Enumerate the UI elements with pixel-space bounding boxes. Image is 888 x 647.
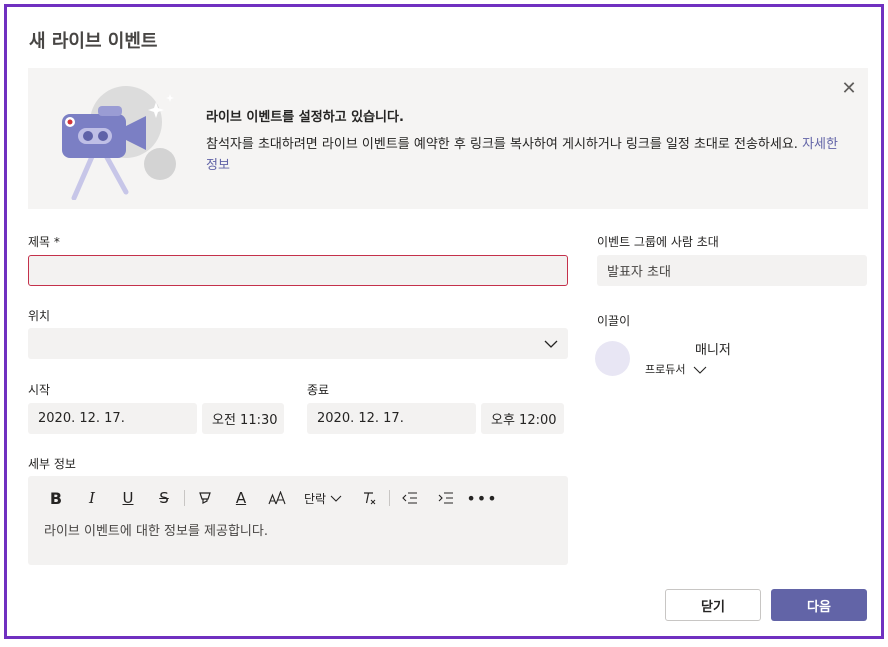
outdent-icon [402,492,417,504]
details-label: 세부 정보 [28,457,76,471]
font-color-button[interactable]: A [223,486,259,510]
end-label: 종료 [307,383,330,397]
clear-formatting-icon [364,492,376,505]
chevron-down-icon [330,495,342,502]
paragraph-label: 단락 [303,491,327,506]
dialog-frame: 새 라이브 이벤트 ✕ 라이브 이벤트를 설정하고 있습니다. 참석자를 초대하… [4,4,884,639]
font-size-button[interactable] [259,486,295,510]
indent-icon [438,492,453,504]
banner-close-icon[interactable]: ✕ [840,80,858,98]
highlighter-icon [199,492,211,504]
details-editor[interactable]: B I U S A 단락 ••• 라이브 이벤트에 대한 정보를 제공합니다. [28,476,568,565]
organizer-name: 매니저 [695,343,731,358]
toolbar-divider [389,490,390,506]
toolbar-divider [184,490,185,506]
italic-button[interactable]: I [74,486,110,510]
decrease-indent-button[interactable] [392,486,428,510]
next-button[interactable]: 다음 [771,589,867,621]
location-dropdown[interactable] [28,328,568,359]
organizer-role: 프로듀서 [645,363,686,376]
clear-format-button[interactable] [351,486,387,510]
close-button[interactable]: 닫기 [665,589,761,621]
more-options-icon[interactable]: ••• [464,486,500,510]
end-time-input[interactable]: 오후 12:00 [481,403,564,434]
increase-indent-button[interactable] [428,486,464,510]
highlight-button[interactable] [187,486,223,510]
title-input[interactable] [28,255,568,286]
start-time-input[interactable]: 오전 11:30 [202,403,284,434]
banner-body: 참석자를 초대하려면 라이브 이벤트를 예약한 후 링크를 복사하여 게시하거나… [206,137,798,152]
font-size-icon [268,491,286,505]
banner-heading: 라이브 이벤트를 설정하고 있습니다. [206,110,404,125]
strikethrough-button[interactable]: S [146,486,182,510]
chevron-down-icon [694,366,707,374]
title-label: 제목 * [28,235,60,249]
banner-text: 참석자를 초대하려면 라이브 이벤트를 예약한 후 링크를 복사하여 게시하거나… [206,134,846,176]
avatar [595,341,630,376]
dialog-title: 새 라이브 이벤트 [29,31,158,52]
invite-presenter-input[interactable]: 발표자 초대 [597,255,867,286]
invite-label: 이벤트 그룹에 사람 초대 [597,235,719,249]
location-label: 위치 [28,309,51,323]
start-date-input[interactable]: 2020. 12. 17. [28,403,197,434]
organizer-label: 이끌이 [597,314,631,328]
paragraph-dropdown[interactable]: 단락 [295,486,351,510]
details-placeholder: 라이브 이벤트에 대한 정보를 제공합니다. [44,524,268,539]
underline-button[interactable]: U [110,486,146,510]
start-label: 시작 [28,383,51,397]
chevron-down-icon [544,340,558,348]
camera-illustration-icon [62,86,176,200]
info-banner: ✕ 라이브 이벤트를 설정하고 있습니다. 참석자를 초대하려면 라이브 이벤트… [28,68,868,209]
format-toolbar: B I U S A 단락 ••• [38,486,500,510]
bold-button[interactable]: B [38,486,74,510]
end-date-input[interactable]: 2020. 12. 17. [307,403,476,434]
organizer-role-dropdown[interactable]: 프로듀서 [645,361,707,377]
